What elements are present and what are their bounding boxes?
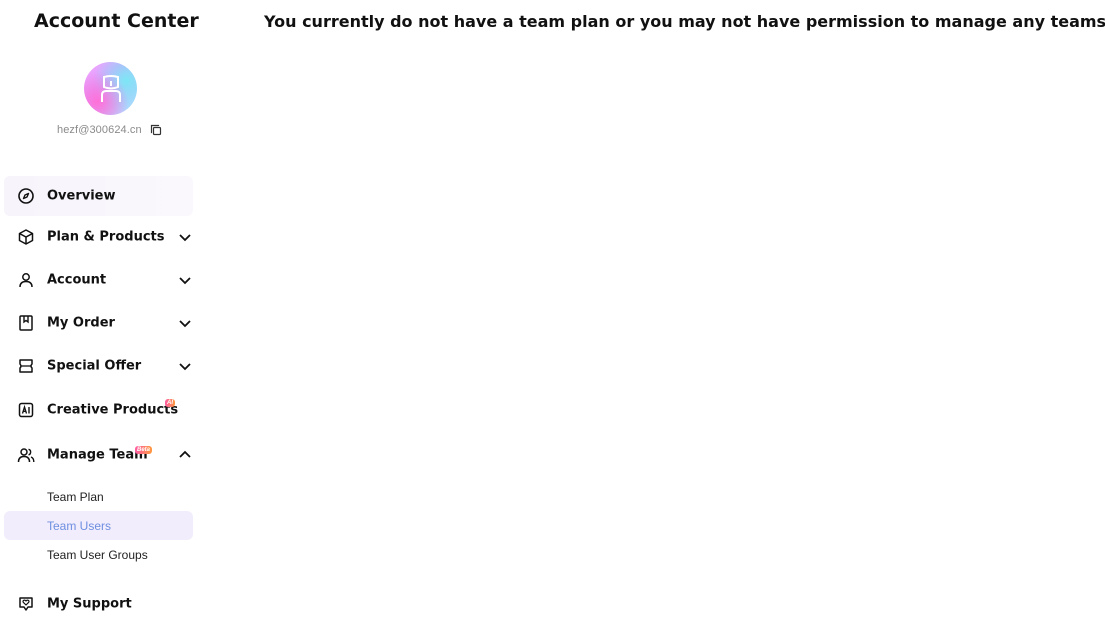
- team-icon: [17, 448, 35, 463]
- sidebar: Account Center hezf@300624.cn Overview P…: [0, 0, 205, 615]
- ticket-icon: [19, 359, 33, 373]
- nav-item-account[interactable]: Account: [4, 260, 193, 300]
- chevron-down-icon[interactable]: [177, 358, 193, 374]
- support-heart-icon: [19, 597, 33, 611]
- nav-label-plan-products: Plan & Products: [47, 229, 165, 245]
- nav-label-account: Account: [47, 272, 107, 288]
- chevron-down-icon[interactable]: [177, 229, 193, 245]
- user-email-row: hezf@300624.cn: [57, 124, 162, 136]
- app-title: Account Center: [34, 10, 199, 32]
- chevron-down-icon[interactable]: [177, 272, 193, 288]
- nav-item-plan-products[interactable]: Plan & Products: [4, 217, 193, 257]
- ai-badge: AI: [165, 399, 175, 407]
- sub-label-team-user-groups: Team User Groups: [47, 547, 148, 562]
- chevron-down-icon[interactable]: [177, 315, 193, 331]
- beta-badge: Beta: [135, 446, 153, 454]
- user-icon: [19, 273, 33, 288]
- copy-icon[interactable]: [150, 124, 162, 136]
- nav-item-my-order[interactable]: My Order: [4, 303, 193, 343]
- bookmark-icon: [19, 315, 33, 331]
- sub-item-team-plan[interactable]: Team Plan: [4, 482, 193, 511]
- compass-icon: [18, 188, 34, 204]
- nav-item-creative-products[interactable]: Creative Products AI: [4, 390, 193, 430]
- nav-label-creative-products: Creative Products: [47, 402, 179, 418]
- user-email: hezf@300624.cn: [57, 124, 142, 136]
- sub-label-team-plan: Team Plan: [47, 489, 104, 504]
- nav-label-manage-team: Manage Team: [47, 447, 148, 463]
- sub-label-team-users: Team Users: [47, 518, 112, 533]
- ai-icon: [18, 402, 34, 418]
- nav-item-manage-team[interactable]: Manage Team Beta: [4, 435, 193, 475]
- chevron-up-icon[interactable]: [177, 447, 193, 463]
- nav-label-my-order: My Order: [47, 315, 115, 331]
- no-team-plan-message: You currently do not have a team plan or…: [264, 12, 1105, 31]
- user-avatar-icon: [100, 74, 121, 102]
- nav-item-overview[interactable]: Overview: [4, 176, 193, 216]
- box-icon: [18, 229, 34, 245]
- nav-label-special-offer: Special Offer: [47, 358, 142, 374]
- nav-item-special-offer[interactable]: Special Offer: [4, 346, 193, 386]
- nav-label-my-support: My Support: [47, 596, 132, 612]
- user-avatar[interactable]: [84, 62, 137, 115]
- nav-item-my-support[interactable]: My Support: [4, 584, 193, 624]
- sub-item-team-users[interactable]: Team Users: [4, 511, 193, 540]
- nav-label-overview: Overview: [47, 188, 116, 204]
- sub-item-team-user-groups[interactable]: Team User Groups: [4, 540, 193, 569]
